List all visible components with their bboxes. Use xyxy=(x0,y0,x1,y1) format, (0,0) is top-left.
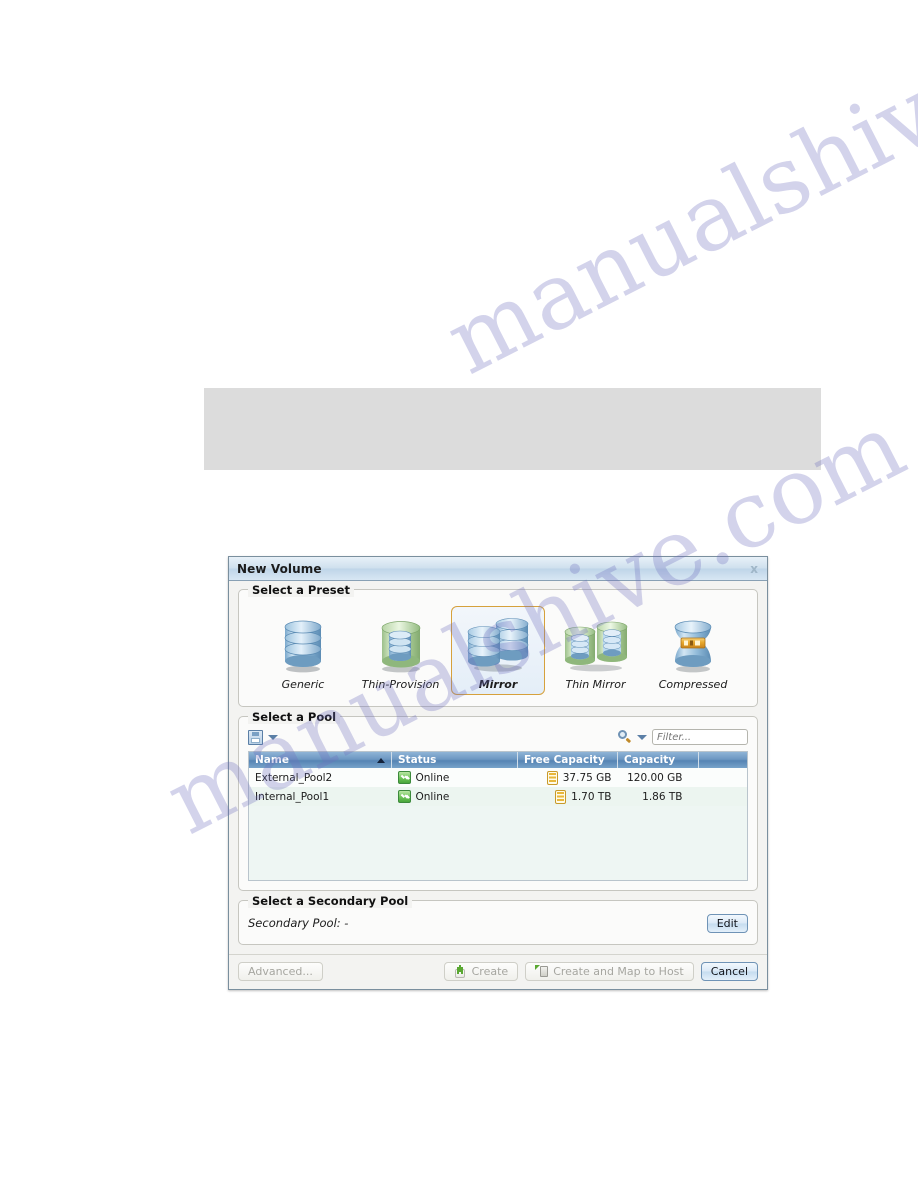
grey-content-band xyxy=(204,388,821,470)
secondary-pool-value: Secondary Pool: - xyxy=(248,916,349,930)
cell-free-capacity: 1.70 TB xyxy=(517,787,618,806)
cell-status: Online xyxy=(391,768,518,787)
create-and-map-label: Create and Map to Host xyxy=(553,965,684,978)
preset-list: Generic Thin-Provision Mirror Thin Mirro… xyxy=(248,600,748,697)
pool-toolbar xyxy=(248,727,748,747)
watermark-text-top: manualshive.com xyxy=(430,0,918,396)
column-label: Status xyxy=(398,754,437,766)
dialog-footer: Advanced... Create Create and Map to Hos… xyxy=(229,954,767,989)
pool-table: Name Status Free Capacity Capacity Exter… xyxy=(248,751,748,881)
footer-actions: Create Create and Map to Host Cancel xyxy=(443,962,758,981)
search-chevron-down-icon[interactable] xyxy=(637,734,647,740)
create-and-map-to-host-button[interactable]: Create and Map to Host xyxy=(525,962,694,981)
free-capacity-value: 1.70 TB xyxy=(571,790,612,803)
edit-button[interactable]: Edit xyxy=(706,913,748,933)
database-compressed-icon xyxy=(670,611,716,673)
select-secondary-pool-legend: Select a Secondary Pool xyxy=(248,894,413,908)
table-header-row: Name Status Free Capacity Capacity xyxy=(249,752,747,768)
database-mirror-blue-icon xyxy=(467,611,529,673)
dialog-body: Select a Preset Generic Thin-Provision M… xyxy=(229,581,767,945)
capacity-meter-icon xyxy=(555,789,567,804)
cell-name: Internal_Pool1 xyxy=(249,787,392,806)
select-secondary-pool-group: Select a Secondary Pool Secondary Pool: … xyxy=(238,894,758,945)
dialog-titlebar: New Volume x xyxy=(229,557,767,581)
database-single-blue-icon xyxy=(280,611,326,673)
status-ok-icon xyxy=(397,790,411,803)
cell-filler xyxy=(698,768,747,787)
preset-label: Generic xyxy=(281,678,325,691)
preset-label: Thin Mirror xyxy=(565,678,626,691)
advanced-button[interactable]: Advanced... xyxy=(238,962,323,981)
preset-generic[interactable]: Generic xyxy=(256,606,350,695)
status-label: Online xyxy=(415,790,450,803)
column-label: Free Capacity xyxy=(524,754,605,766)
map-to-host-icon xyxy=(535,965,549,978)
create-button[interactable]: Create xyxy=(443,962,519,981)
preset-compressed[interactable]: Compressed xyxy=(646,606,740,695)
cell-filler xyxy=(698,787,747,806)
filter-input[interactable] xyxy=(652,729,748,745)
save-chevron-down-icon[interactable] xyxy=(268,734,278,740)
preset-mirror[interactable]: Mirror xyxy=(451,606,545,695)
table-row[interactable]: Internal_Pool1 Online 1.70 TB 1.86 TB xyxy=(249,787,747,806)
preset-label: Compressed xyxy=(658,678,728,691)
select-preset-legend: Select a Preset xyxy=(248,583,354,597)
preset-label: Thin-Provision xyxy=(361,678,440,691)
column-header-name[interactable]: Name xyxy=(249,752,392,768)
cancel-button[interactable]: Cancel xyxy=(700,962,758,981)
status-label: Online xyxy=(415,771,450,784)
column-header-status[interactable]: Status xyxy=(391,752,518,768)
close-icon[interactable]: x xyxy=(747,563,761,575)
cell-capacity: 1.86 TB xyxy=(617,787,699,806)
database-thin-mirror-icon xyxy=(564,611,628,673)
column-header-free-capacity[interactable]: Free Capacity xyxy=(517,752,618,768)
status-ok-icon xyxy=(397,771,411,784)
select-preset-group: Select a Preset Generic Thin-Provision M… xyxy=(238,583,758,707)
free-capacity-value: 37.75 GB xyxy=(562,771,612,784)
capacity-meter-icon xyxy=(546,770,558,785)
new-volume-dialog: New Volume x Select a Preset Generic Thi… xyxy=(228,556,768,990)
column-header-filler[interactable] xyxy=(698,752,747,768)
search-icon[interactable] xyxy=(618,730,632,744)
cell-capacity: 120.00 GB xyxy=(617,768,699,787)
capacity-value: 1.86 TB xyxy=(642,790,683,803)
create-button-label: Create xyxy=(471,965,509,978)
sort-ascending-icon xyxy=(377,758,385,763)
capacity-value: 120.00 GB xyxy=(627,771,683,784)
dialog-title: New Volume xyxy=(237,561,322,576)
preset-label: Mirror xyxy=(478,678,518,691)
column-header-capacity[interactable]: Capacity xyxy=(617,752,699,768)
secondary-pool-row: Secondary Pool: - Edit xyxy=(248,911,748,935)
column-label: Name xyxy=(255,754,289,766)
cell-name: External_Pool2 xyxy=(249,768,392,787)
select-pool-group: Select a Pool Filter... Name Status Free… xyxy=(238,710,758,891)
create-icon xyxy=(454,965,467,978)
preset-thin-mirror[interactable]: Thin Mirror xyxy=(549,606,643,695)
cell-status: Online xyxy=(391,787,518,806)
cell-free-capacity: 37.75 GB xyxy=(517,768,618,787)
save-icon[interactable] xyxy=(248,729,263,745)
database-thin-green-icon xyxy=(375,611,427,673)
table-row[interactable]: External_Pool2 Online 37.75 GB 120.00 GB xyxy=(249,768,747,787)
select-pool-legend: Select a Pool xyxy=(248,710,341,724)
preset-thin-provision[interactable]: Thin-Provision xyxy=(354,606,448,695)
column-label: Capacity xyxy=(624,754,676,766)
